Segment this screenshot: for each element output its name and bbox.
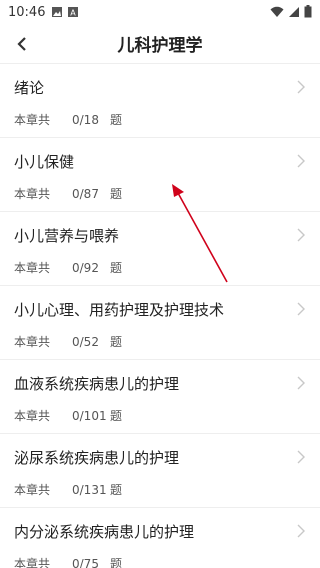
chapter-title: 绪论 xyxy=(14,79,45,97)
meta-suffix: 题 xyxy=(110,187,123,201)
chapter-title: 小儿营养与喂养 xyxy=(14,227,120,245)
battery-icon xyxy=(304,5,312,22)
question-count: 0/75 xyxy=(72,556,99,568)
chapter-item[interactable]: 小儿心理、用药护理及护理技术 本章共 0/52 题 xyxy=(0,286,320,360)
chapter-meta: 本章共 0/131 题 xyxy=(14,481,306,498)
meta-suffix: 题 xyxy=(110,409,123,423)
question-count: 0/92 xyxy=(72,260,99,275)
meta-prefix: 本章共 xyxy=(14,409,51,423)
meta-prefix: 本章共 xyxy=(14,483,51,497)
chapter-item[interactable]: 小儿保健 本章共 0/87 题 xyxy=(0,138,320,212)
meta-prefix: 本章共 xyxy=(14,113,51,127)
chapter-title: 血液系统疾病患儿的护理 xyxy=(14,375,180,393)
meta-suffix: 题 xyxy=(110,557,123,568)
back-arrow-icon xyxy=(17,37,26,51)
chapter-meta: 本章共 0/87 题 xyxy=(14,185,306,202)
chevron-right-icon xyxy=(297,154,305,168)
chapter-meta: 本章共 0/52 题 xyxy=(14,333,306,350)
image-icon xyxy=(51,6,63,18)
app-header: 儿科护理学 xyxy=(0,24,320,64)
meta-prefix: 本章共 xyxy=(14,557,51,568)
wifi-icon xyxy=(270,6,284,22)
chapter-title: 内分泌系统疾病患儿的护理 xyxy=(14,523,195,541)
question-count: 0/101 xyxy=(72,408,107,423)
question-count: 0/131 xyxy=(72,482,107,497)
meta-suffix: 题 xyxy=(110,335,123,349)
chapter-title: 小儿心理、用药护理及护理技术 xyxy=(14,301,225,319)
meta-suffix: 题 xyxy=(110,113,123,127)
chapter-list: 绪论 本章共 0/18 题 小儿保健 本章共 0/87 题 小儿营养与喂养 本章… xyxy=(0,64,320,568)
meta-prefix: 本章共 xyxy=(14,335,51,349)
chevron-right-icon xyxy=(297,376,305,390)
status-indicators xyxy=(270,5,312,22)
chapter-title: 泌尿系统疾病患儿的护理 xyxy=(14,449,180,467)
meta-prefix: 本章共 xyxy=(14,187,51,201)
chevron-right-icon xyxy=(297,302,305,316)
chevron-right-icon xyxy=(297,524,305,538)
status-time: 10:46 xyxy=(8,4,46,20)
chapter-title: 小儿保健 xyxy=(14,153,75,171)
question-count: 0/87 xyxy=(72,186,99,201)
question-count: 0/52 xyxy=(72,334,99,349)
chapter-item[interactable]: 小儿营养与喂养 本章共 0/92 题 xyxy=(0,212,320,286)
svg-text:A: A xyxy=(71,9,77,18)
chapter-meta: 本章共 0/75 题 xyxy=(14,555,306,568)
meta-suffix: 题 xyxy=(110,261,123,275)
status-bar: 10:46 A xyxy=(0,0,320,24)
chevron-right-icon xyxy=(297,80,305,94)
chevron-right-icon xyxy=(297,228,305,242)
chapter-meta: 本章共 0/101 题 xyxy=(14,407,306,424)
question-count: 0/18 xyxy=(72,112,99,127)
page-title: 儿科护理学 xyxy=(117,36,203,56)
back-button[interactable] xyxy=(10,32,34,56)
app-notification-icon: A xyxy=(67,6,79,18)
chapter-item[interactable]: 血液系统疾病患儿的护理 本章共 0/101 题 xyxy=(0,360,320,434)
chapter-meta: 本章共 0/92 题 xyxy=(14,259,306,276)
meta-suffix: 题 xyxy=(110,483,123,497)
chapter-item[interactable]: 绪论 本章共 0/18 题 xyxy=(0,64,320,138)
chevron-right-icon xyxy=(297,450,305,464)
chapter-meta: 本章共 0/18 题 xyxy=(14,111,306,128)
meta-prefix: 本章共 xyxy=(14,261,51,275)
signal-icon xyxy=(288,6,300,22)
chapter-item[interactable]: 泌尿系统疾病患儿的护理 本章共 0/131 题 xyxy=(0,434,320,508)
chapter-item[interactable]: 内分泌系统疾病患儿的护理 本章共 0/75 题 xyxy=(0,508,320,568)
